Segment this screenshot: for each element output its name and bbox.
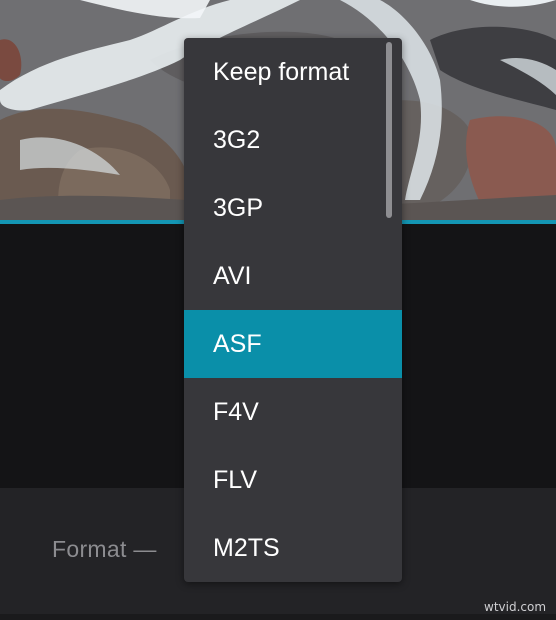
panel-divider: [0, 614, 556, 620]
watermark: wtvid.com: [484, 600, 547, 614]
format-option-flv[interactable]: FLV: [184, 446, 402, 514]
format-option-keep-format[interactable]: Keep format: [184, 38, 402, 106]
format-option-3gp[interactable]: 3GP: [184, 174, 402, 242]
format-option-f4v[interactable]: F4V: [184, 378, 402, 446]
format-option-3g2[interactable]: 3G2: [184, 106, 402, 174]
format-option-m2ts[interactable]: M2TS: [184, 514, 402, 582]
format-option-avi[interactable]: AVI: [184, 242, 402, 310]
format-dropdown[interactable]: Keep format 3G2 3GP AVI ASF F4V FLV M2TS: [184, 38, 402, 582]
format-option-asf[interactable]: ASF: [184, 310, 402, 378]
format-label: Format —: [52, 536, 157, 562]
dropdown-scrollbar[interactable]: [386, 42, 392, 218]
